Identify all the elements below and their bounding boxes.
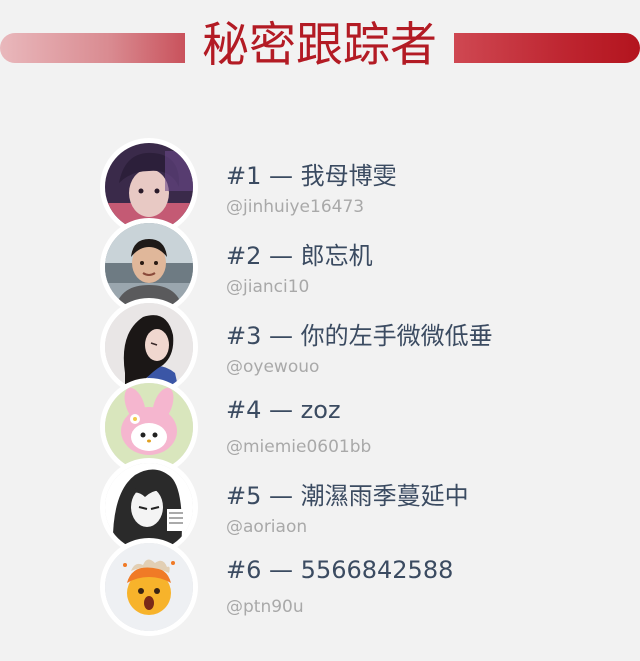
rank-label: #5: [226, 482, 262, 510]
avatar[interactable]: [100, 538, 198, 636]
separator: —: [269, 162, 294, 190]
user-handle[interactable]: @aoriaon: [226, 517, 307, 537]
display-name[interactable]: 你的左手微微低垂: [301, 322, 493, 350]
user-handle[interactable]: @ptn90u: [226, 597, 304, 617]
rank-label: #4: [226, 396, 262, 424]
avatar-exploding-head-emoji: [105, 543, 193, 631]
display-name[interactable]: 我母博雯: [301, 162, 397, 190]
title-bar-left-decoration: [0, 33, 185, 63]
title-banner: 秘密跟踪者: [0, 14, 640, 78]
user-handle[interactable]: @oyewouo: [226, 357, 319, 377]
title-bar-right-decoration: [454, 33, 640, 63]
separator: —: [269, 396, 294, 424]
display-name[interactable]: 郎忘机: [301, 242, 373, 270]
display-name[interactable]: zoz: [301, 396, 341, 424]
user-handle[interactable]: @miemie0601bb: [226, 437, 371, 457]
separator: —: [269, 322, 294, 350]
rank-label: #3: [226, 322, 262, 350]
rank-label: #2: [226, 242, 262, 270]
display-name[interactable]: 潮濕雨季蔓延中: [301, 482, 469, 510]
separator: —: [269, 556, 294, 584]
rank-label: #1: [226, 162, 262, 190]
display-name[interactable]: 5566842588: [301, 556, 454, 584]
page-title: 秘密跟踪者: [202, 18, 437, 73]
user-handle[interactable]: @jianci10: [226, 277, 309, 297]
list-item[interactable]: #6 — 5566842588 @ptn90u: [100, 538, 600, 636]
separator: —: [269, 482, 294, 510]
user-handle[interactable]: @jinhuiye16473: [226, 197, 364, 217]
separator: —: [269, 242, 294, 270]
rank-label: #6: [226, 556, 262, 584]
